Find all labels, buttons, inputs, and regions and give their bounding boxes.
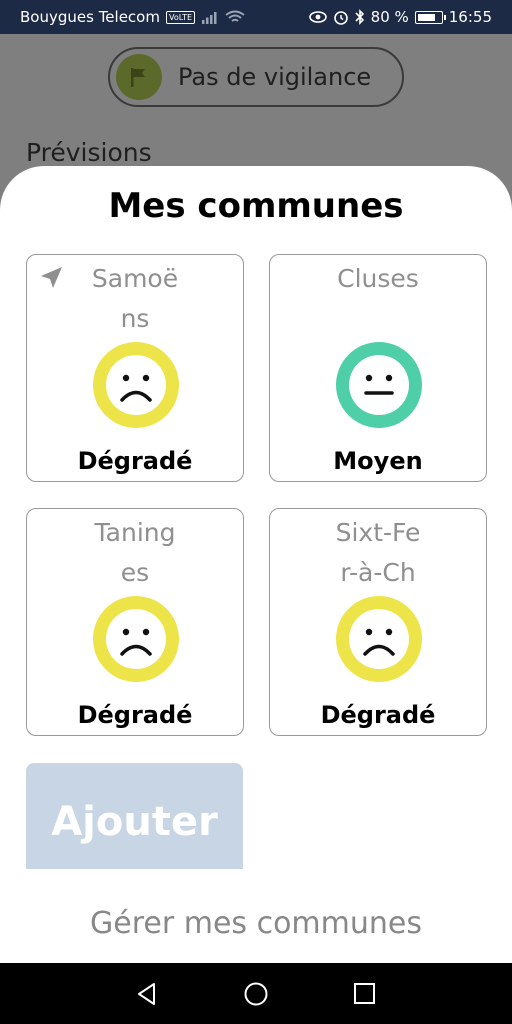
communes-sheet: Mes communes Samoë ns Dégradé Cluses Moyen Ta… bbox=[0, 166, 512, 963]
sad-face-icon bbox=[93, 596, 179, 682]
commune-name-line: Cluses bbox=[337, 264, 419, 293]
commune-name-line: es bbox=[120, 558, 150, 587]
battery-percent: 80 % bbox=[370, 8, 409, 26]
commune-card[interactable]: Sixt-Fe r-à-Ch Dégradé bbox=[269, 508, 487, 736]
background-page: Pas de vigilance Prévisions bbox=[0, 34, 512, 174]
neutral-face-icon bbox=[336, 342, 422, 428]
commune-name: Taning es bbox=[67, 513, 203, 593]
commune-name-line: Taning bbox=[94, 518, 176, 547]
location-arrow-icon bbox=[41, 267, 62, 288]
add-commune-button[interactable]: Ajouter bbox=[26, 763, 243, 869]
status-bar-right: 80 % 16:55 bbox=[308, 8, 492, 26]
commune-name-line: Sixt-Fe bbox=[335, 518, 421, 547]
sad-face-icon bbox=[336, 596, 422, 682]
commune-name-line: Samoë bbox=[91, 264, 179, 293]
back-icon[interactable] bbox=[134, 981, 160, 1007]
carrier-label: Bouygues Telecom bbox=[20, 8, 160, 26]
home-icon[interactable] bbox=[243, 981, 269, 1007]
battery-icon bbox=[414, 10, 446, 24]
clock: 16:55 bbox=[448, 8, 492, 26]
status-bar-left: Bouygues Telecom VoLTE bbox=[20, 8, 245, 26]
commune-name: Cluses bbox=[310, 259, 446, 299]
commune-card[interactable]: Samoë ns Dégradé bbox=[26, 254, 244, 482]
sad-face-icon bbox=[93, 342, 179, 428]
commune-name: Samoë ns bbox=[67, 259, 203, 339]
flag-icon bbox=[116, 54, 162, 100]
volte-badge: VoLTE bbox=[165, 10, 196, 24]
vigilance-pill[interactable]: Pas de vigilance bbox=[108, 47, 404, 107]
battery-level bbox=[417, 13, 435, 21]
air-quality-status: Dégradé bbox=[320, 701, 436, 729]
signal-icon bbox=[202, 11, 217, 24]
commune-name: Sixt-Fe r-à-Ch bbox=[310, 513, 446, 593]
air-quality-status: Moyen bbox=[333, 447, 423, 475]
previsions-title: Prévisions bbox=[26, 138, 152, 167]
air-quality-status: Dégradé bbox=[77, 701, 193, 729]
commune-card[interactable]: Taning es Dégradé bbox=[26, 508, 244, 736]
bluetooth-icon bbox=[355, 9, 364, 25]
wifi-icon bbox=[225, 10, 245, 22]
manage-communes-link[interactable]: Gérer mes communes bbox=[0, 906, 512, 941]
status-bar: Bouygues Telecom VoLTE 80 % 16:55 bbox=[0, 0, 512, 34]
recents-icon[interactable] bbox=[352, 981, 378, 1007]
commune-name-line: ns bbox=[120, 304, 150, 333]
commune-card[interactable]: Cluses Moyen bbox=[269, 254, 487, 482]
commune-name-line: r-à-Ch bbox=[340, 558, 416, 587]
sheet-title: Mes communes bbox=[108, 186, 404, 226]
alarm-icon bbox=[333, 11, 348, 25]
eye-icon bbox=[308, 11, 327, 23]
air-quality-status: Dégradé bbox=[77, 447, 193, 475]
navigation-bar bbox=[0, 963, 512, 1024]
vigilance-label: Pas de vigilance bbox=[178, 63, 372, 91]
